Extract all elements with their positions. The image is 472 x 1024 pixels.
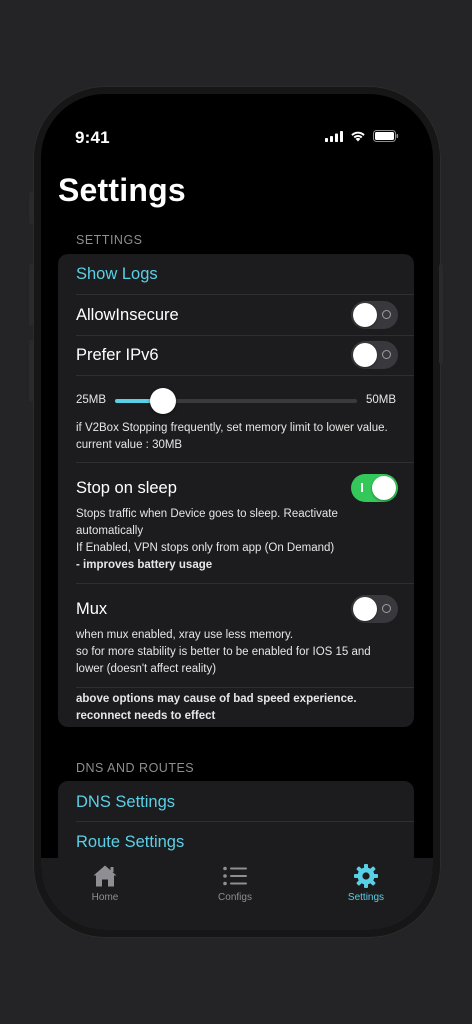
tab-bar: Home Configs Settings <box>41 858 433 930</box>
stop-on-sleep-row: Stop on sleep Stops traffic when Device … <box>58 463 414 583</box>
route-settings-row[interactable]: Route Settings <box>58 822 414 862</box>
allow-insecure-label: AllowInsecure <box>76 306 179 324</box>
toggle-knob <box>353 303 377 327</box>
mux-toggle[interactable] <box>351 595 398 623</box>
app-screen: 9:41 Settings SETTINGS Show Logs AllowIn… <box>41 94 433 930</box>
dns-settings-row[interactable]: DNS Settings <box>58 781 414 821</box>
list-icon <box>223 866 247 886</box>
prefer-ipv6-label: Prefer IPv6 <box>76 346 159 364</box>
settings-section-header: SETTINGS <box>76 233 143 247</box>
route-settings-link[interactable]: Route Settings <box>76 833 184 852</box>
toggle-knob <box>372 476 396 500</box>
allow-insecure-row: AllowInsecure <box>58 295 414 335</box>
allow-insecure-toggle[interactable] <box>351 301 398 329</box>
stop-on-sleep-benefit: - improves battery usage <box>76 559 213 571</box>
tab-home-label: Home <box>91 892 119 903</box>
memory-limit-description: if V2Box Stopping frequently, set memory… <box>76 422 388 434</box>
settings-card: Show Logs AllowInsecure Prefer IPv6 25MB <box>58 254 414 727</box>
status-time: 9:41 <box>75 128 110 147</box>
toggle-knob <box>353 343 377 367</box>
prefer-ipv6-row: Prefer IPv6 <box>58 336 414 375</box>
mux-label: Mux <box>76 600 108 618</box>
slider-max-label: 50MB <box>365 394 396 406</box>
page-title: Settings <box>58 172 186 208</box>
memory-limit-row: 25MB 50MB if V2Box Stopping frequently, … <box>58 376 414 462</box>
tab-settings-label: Settings <box>347 892 385 903</box>
stop-on-sleep-desc-2: automatically <box>76 525 144 537</box>
mux-desc-3: lower (doesn't affect reality) <box>76 663 217 675</box>
mux-row: Mux when mux enabled, xray use less memo… <box>58 584 414 687</box>
mux-desc-1: when mux enabled, xray use less memory. <box>76 629 294 641</box>
memory-current-value: current value : 30MB <box>76 439 183 451</box>
slider-min-label: 25MB <box>76 394 107 406</box>
toggle-on-indicator <box>361 483 363 492</box>
dns-settings-link[interactable]: DNS Settings <box>76 793 175 812</box>
cellular-signal-icon <box>325 130 343 142</box>
warning-line-1: above options may cause of bad speed exp… <box>76 693 357 705</box>
prefer-ipv6-toggle[interactable] <box>351 341 398 369</box>
wifi-icon <box>351 131 365 142</box>
dns-section-header: DNS AND ROUTES <box>76 761 195 775</box>
house-icon <box>93 865 117 887</box>
stop-on-sleep-label: Stop on sleep <box>76 479 177 497</box>
memory-slider-thumb[interactable] <box>150 388 176 414</box>
warning-line-2: reconnect needs to effect <box>76 710 216 722</box>
power-button <box>439 264 443 364</box>
tab-configs-label: Configs <box>218 892 252 903</box>
toggle-off-indicator <box>382 310 391 319</box>
gear-icon <box>354 864 378 888</box>
show-logs-row[interactable]: Show Logs <box>58 254 414 294</box>
battery-icon <box>373 130 399 142</box>
stop-on-sleep-desc-1: Stops traffic when Device goes to sleep.… <box>76 508 338 520</box>
status-icons <box>325 130 399 142</box>
silent-switch <box>29 192 33 224</box>
volume-up-button <box>29 264 33 326</box>
tab-configs[interactable]: Configs <box>190 858 280 910</box>
tab-home[interactable]: Home <box>60 858 150 910</box>
toggle-off-indicator <box>382 604 391 613</box>
stop-on-sleep-toggle[interactable] <box>351 474 398 502</box>
mux-desc-2: so for more stability is better to be en… <box>76 646 371 658</box>
show-logs-link[interactable]: Show Logs <box>76 265 158 284</box>
toggle-knob <box>353 597 377 621</box>
tab-settings[interactable]: Settings <box>321 858 411 910</box>
volume-down-button <box>29 340 33 402</box>
stop-on-sleep-desc-3: If Enabled, VPN stops only from app (On … <box>76 542 335 554</box>
toggle-off-indicator <box>382 350 391 359</box>
divider <box>76 687 414 688</box>
